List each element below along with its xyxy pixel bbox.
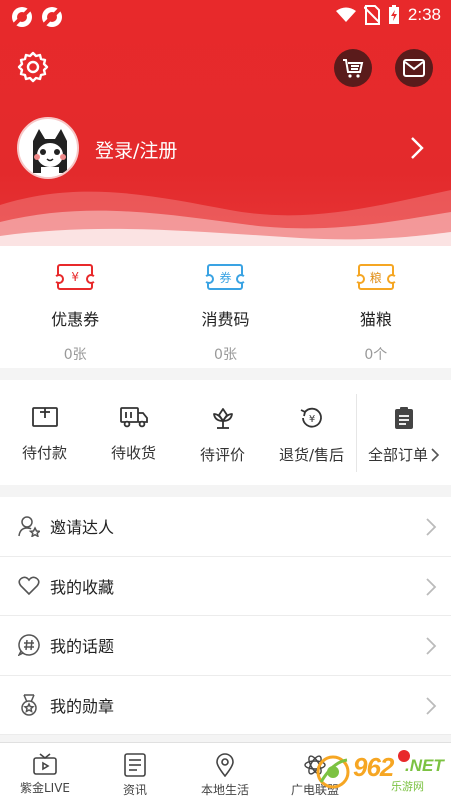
menu-my-favorites[interactable]: 我的收藏 (0, 557, 451, 616)
mail-icon (403, 59, 425, 77)
menu-my-medals[interactable]: 我的勋章 (0, 676, 451, 735)
messages-button[interactable] (395, 49, 433, 87)
watermark-suffix: .NET (405, 756, 444, 775)
order-pending-review[interactable]: 待评价 (178, 380, 267, 485)
nav-tab-live[interactable]: 紫金LIVE (0, 743, 90, 803)
clock: 2:38 (407, 5, 441, 24)
order-pending-receipt[interactable]: 待收货 (89, 380, 178, 485)
coupon-icon: ¥ (54, 264, 97, 290)
voucher-code-count: 0张 (214, 347, 237, 363)
nav-tab-local-life[interactable]: 本地生活 (180, 743, 270, 803)
order-refund-aftersale-label: 退货/售后 (278, 446, 345, 464)
chevron-right-icon[interactable] (409, 136, 425, 160)
chevron-right-icon (426, 518, 437, 536)
avatar[interactable] (17, 117, 79, 179)
cat-food-count: 0个 (364, 347, 388, 363)
news-icon (124, 753, 146, 777)
coupon-label: 优惠券 (51, 310, 100, 329)
heart-icon (18, 576, 40, 595)
nav-tab-local-life-label: 本地生活 (200, 783, 249, 797)
menu-my-topics-label: 我的话题 (50, 637, 115, 657)
header-wave-decoration (0, 190, 451, 246)
watermark-text: 乐游网 (391, 781, 424, 793)
wallet-row: ¥ 优惠券 0张 券 消费码 0张 粮 猫粮 0个 (0, 246, 451, 368)
order-pending-payment[interactable]: 待付款 (0, 380, 89, 485)
voucher-code-icon-glyph: 券 (219, 270, 232, 285)
no-sim-icon (363, 5, 380, 25)
chevron-right-icon (426, 637, 437, 655)
menu-invite-talent[interactable]: 邀请达人 (0, 497, 451, 557)
cat-food-icon-glyph: 粮 (369, 270, 382, 285)
coupon-item[interactable]: ¥ 优惠券 0张 (0, 246, 150, 368)
cart-icon (343, 59, 364, 78)
watermark-logo-icon (316, 755, 350, 789)
app-notification-icon (12, 7, 32, 27)
order-all-label: 全部订单 (367, 446, 428, 464)
nav-tab-news-label: 资讯 (122, 783, 147, 797)
clipboard-icon (395, 407, 413, 429)
status-bar: 2:38 (0, 0, 451, 34)
truck-icon (119, 407, 148, 428)
chevron-right-icon (426, 696, 437, 715)
hashtag-icon (18, 634, 40, 657)
tv-icon (33, 753, 57, 775)
cat-food-label: 猫粮 (359, 310, 392, 329)
shopping-cart-button[interactable] (334, 49, 372, 87)
battery-charging-icon (388, 5, 399, 24)
chevron-right-icon (426, 577, 437, 596)
menu-list: 邀请达人 我的收藏 我的话题 我的勋章 (0, 497, 451, 735)
menu-invite-talent-label: 邀请达人 (50, 518, 115, 538)
user-star-icon (18, 516, 40, 538)
order-pending-receipt-label: 待收货 (110, 444, 156, 462)
site-watermark: 962 .NET 乐游网 (313, 752, 445, 793)
order-all[interactable]: 全部订单 (356, 394, 451, 472)
coupon-icon-glyph: ¥ (71, 270, 79, 284)
medal-icon (21, 694, 37, 716)
menu-my-favorites-label: 我的收藏 (50, 577, 115, 597)
orders-row: 待付款 待收货 待评价 ¥ 退货/售后 全部订单 (0, 380, 451, 485)
order-pending-review-label: 待评价 (199, 446, 245, 464)
refund-icon: ¥ (300, 407, 322, 428)
settings-gear-icon[interactable] (16, 50, 50, 84)
wifi-icon (335, 7, 356, 22)
voucher-code-item[interactable]: 券 消费码 0张 (150, 246, 300, 368)
location-icon (216, 753, 234, 777)
voucher-code-icon: 券 (204, 264, 247, 290)
coupon-count: 0张 (63, 347, 87, 363)
app-notification-icon-2 (42, 7, 62, 27)
menu-my-topics[interactable]: 我的话题 (0, 616, 451, 676)
cat-food-icon: 粮 (354, 264, 397, 290)
wallet-icon (31, 407, 58, 427)
voucher-code-label: 消费码 (201, 310, 250, 329)
order-refund-aftersale[interactable]: ¥ 退货/售后 (267, 380, 356, 485)
watermark-number: 962 (353, 752, 394, 782)
login-register-link[interactable]: 登录/注册 (95, 136, 177, 163)
flower-icon (212, 408, 233, 429)
order-pending-payment-label: 待付款 (21, 444, 67, 462)
nav-tab-live-label: 紫金LIVE (19, 781, 71, 795)
nav-tab-news[interactable]: 资讯 (90, 743, 180, 803)
svg-text:¥: ¥ (308, 414, 314, 425)
cat-food-item[interactable]: 粮 猫粮 0个 (301, 246, 451, 368)
profile-header: 2:38 登录/注册 (0, 0, 451, 246)
chevron-right-icon (431, 447, 440, 462)
menu-my-medals-label: 我的勋章 (50, 696, 115, 716)
